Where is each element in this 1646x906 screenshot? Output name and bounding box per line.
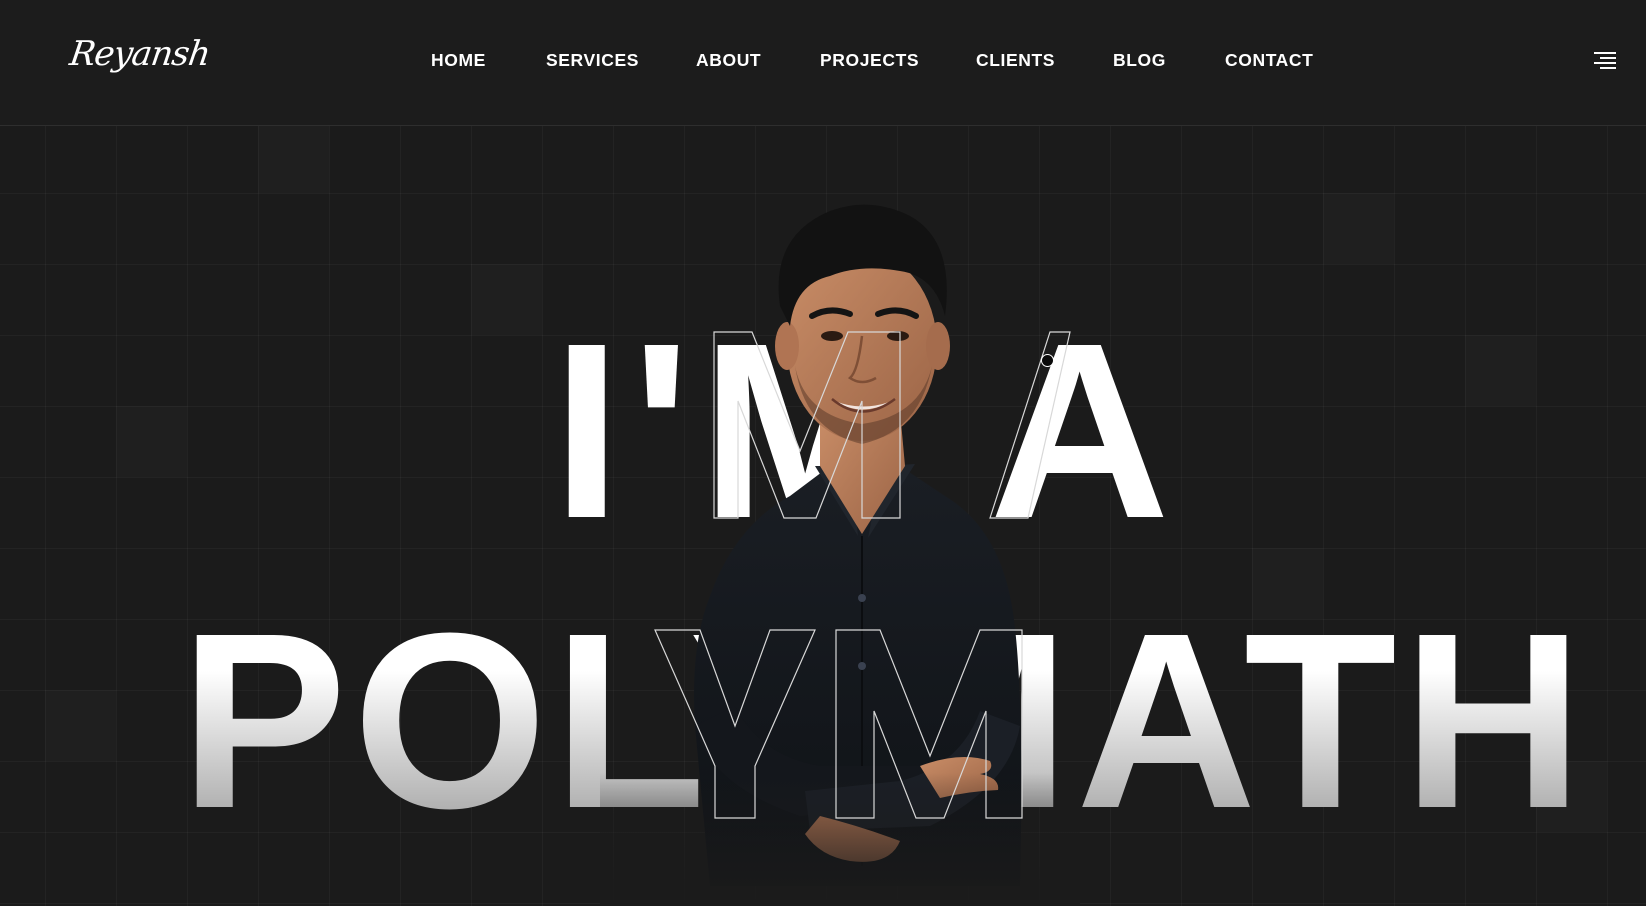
site-header: Reyansh HOME SERVICES ABOUT PROJECTS CLI… (0, 0, 1646, 126)
nav-item-clients[interactable]: CLIENTS (976, 50, 1055, 71)
page: Reyansh HOME SERVICES ABOUT PROJECTS CLI… (0, 0, 1646, 906)
nav-item-projects[interactable]: PROJECTS (820, 50, 919, 71)
nav-item-contact[interactable]: CONTACT (1225, 50, 1313, 71)
nav-item-home[interactable]: HOME (431, 50, 486, 71)
nav-item-about[interactable]: ABOUT (696, 50, 761, 71)
cursor-dot (1041, 354, 1054, 367)
hamburger-menu-icon[interactable] (1590, 50, 1616, 72)
nav-item-services[interactable]: SERVICES (546, 50, 639, 71)
nav-item-blog[interactable]: BLOG (1113, 50, 1166, 71)
portrait-photo (600, 166, 1080, 906)
main-nav: HOME SERVICES ABOUT PROJECTS CLIENTS BLO… (0, 50, 1646, 74)
hero-section: I'M A POLYMATH (0, 126, 1646, 906)
